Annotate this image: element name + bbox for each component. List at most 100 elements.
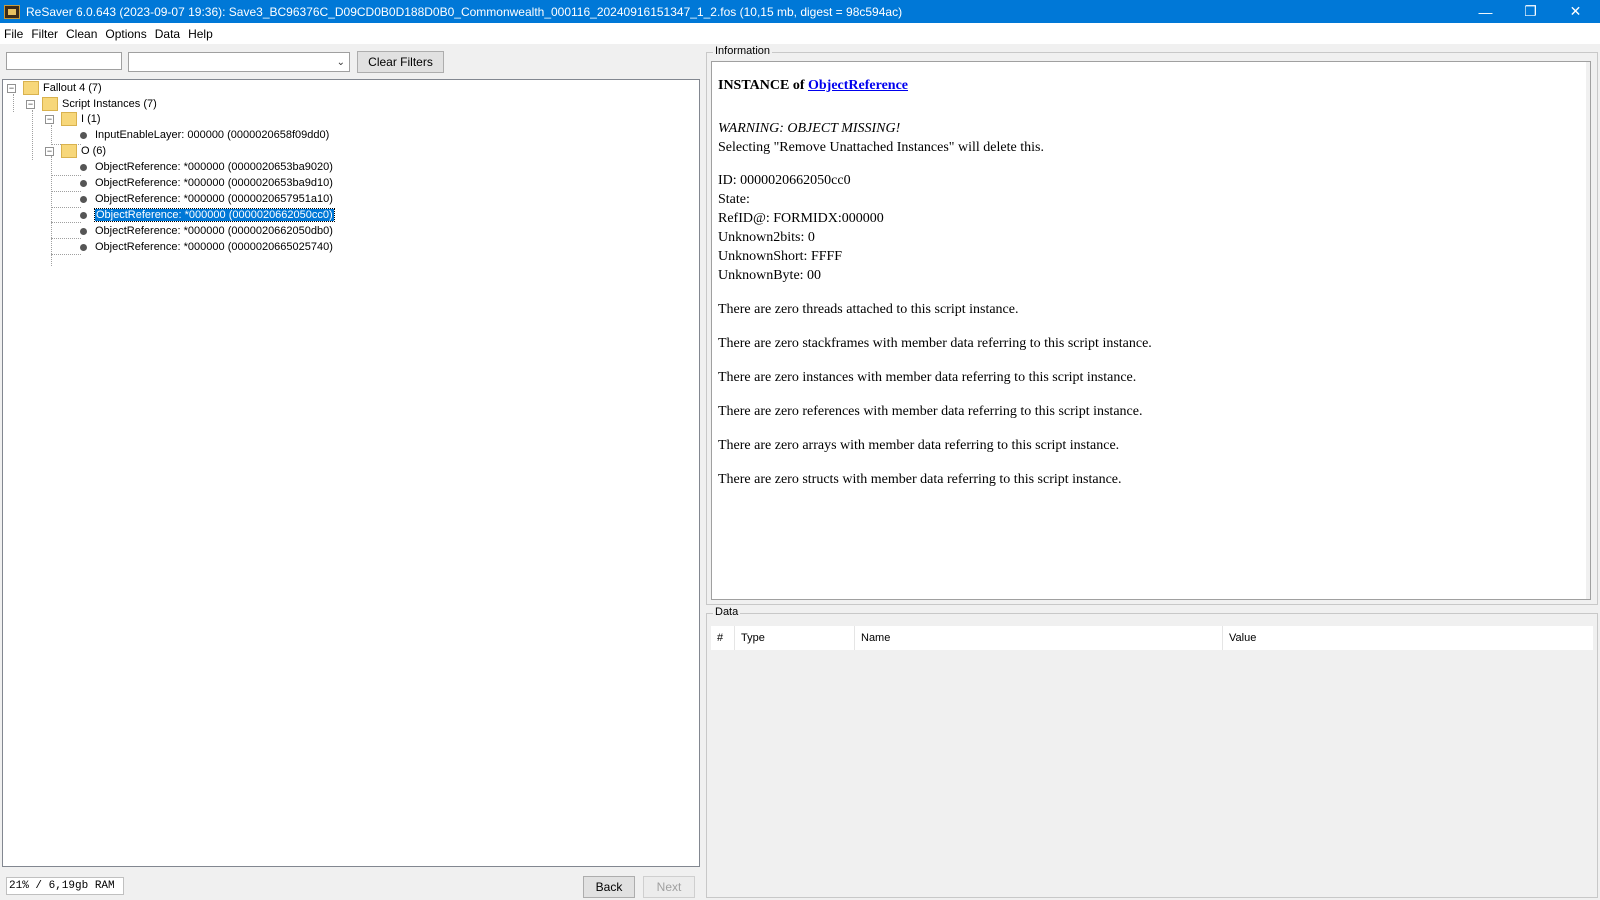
tree-connector <box>51 156 52 266</box>
collapse-toggle-icon[interactable]: − <box>7 84 16 93</box>
info-paragraph: There are zero references with member da… <box>718 404 1143 419</box>
tree-connector <box>51 191 81 192</box>
tree-leaf[interactable]: ObjectReference: *000000 (0000020653ba9d… <box>80 175 333 191</box>
instance-icon <box>80 227 87 235</box>
save-tree[interactable]: − Fallout 4 (7) − Script Instances (7) −… <box>2 79 700 867</box>
info-field: UnknownShort: FFFF <box>718 249 843 264</box>
instance-icon <box>80 163 87 171</box>
info-field: ID: 0000020662050cc0 <box>718 173 851 188</box>
column-header-type[interactable]: Type <box>735 626 855 650</box>
close-button[interactable]: ✕ <box>1553 0 1598 23</box>
tree-connector <box>51 125 52 145</box>
tree-leaf[interactable]: ObjectReference: *000000 (0000020662050d… <box>80 223 333 239</box>
data-legend: Data <box>713 606 741 618</box>
back-button[interactable]: Back <box>583 876 635 898</box>
instance-icon <box>80 243 87 251</box>
instance-icon <box>80 179 87 187</box>
info-heading: INSTANCE of ObjectReference <box>718 76 1584 95</box>
instance-icon <box>80 211 87 219</box>
tree-node-folder-o[interactable]: O (6) <box>61 143 106 159</box>
information-legend: Information <box>713 45 773 57</box>
info-paragraph: There are zero arrays with member data r… <box>718 438 1120 453</box>
column-header-index[interactable]: # <box>711 626 735 650</box>
column-header-value[interactable]: Value <box>1223 626 1593 650</box>
tree-leaf[interactable]: ObjectReference: *000000 (0000020653ba90… <box>80 159 333 175</box>
folder-icon <box>42 97 58 111</box>
info-field: State: <box>718 192 750 207</box>
tree-leaf-label: ObjectReference: *000000 (0000020657951a… <box>95 193 333 205</box>
warning-note: Selecting "Remove Unattached Instances" … <box>718 140 1044 155</box>
objectreference-link[interactable]: ObjectReference <box>808 78 908 93</box>
folder-icon <box>61 144 77 158</box>
tree-leaf-label: ObjectReference: *000000 (0000020662050c… <box>94 208 335 222</box>
tree-node-label: O (6) <box>81 145 107 157</box>
tree-connector <box>51 175 81 176</box>
info-field: Unknown2bits: 0 <box>718 230 815 245</box>
instance-icon <box>80 131 87 139</box>
tree-node-label: I (1) <box>81 113 101 125</box>
tree-connector <box>51 254 81 255</box>
information-group: Information INSTANCE of ObjectReference … <box>706 45 1598 605</box>
chevron-down-icon[interactable]: ⌄ <box>337 57 345 68</box>
instance-icon <box>80 195 87 203</box>
window-title: ReSaver 6.0.643 (2023-09-07 19:36): Save… <box>26 4 903 19</box>
info-paragraph: There are zero stackframes with member d… <box>718 336 1152 351</box>
data-table[interactable]: # Type Name Value <box>711 626 1593 894</box>
tree-leaf-label: InputEnableLayer: 000000 (0000020658f09d… <box>95 129 330 141</box>
tree-leaf[interactable]: ObjectReference: *000000 (0000020657951a… <box>80 191 333 207</box>
tree-leaf-label: ObjectReference: *000000 (0000020662050d… <box>95 225 333 237</box>
tree-leaf-selected[interactable]: ObjectReference: *000000 (0000020662050c… <box>80 207 335 223</box>
information-panel[interactable]: INSTANCE of ObjectReference WARNING: OBJ… <box>711 61 1591 600</box>
folder-icon <box>61 112 77 126</box>
tree-leaf-label: ObjectReference: *000000 (00000206650257… <box>95 241 333 253</box>
tree-leaf-label: ObjectReference: *000000 (0000020653ba9d… <box>95 177 333 189</box>
folder-icon <box>23 81 39 95</box>
clear-filters-button[interactable]: Clear Filters <box>357 51 444 73</box>
menu-filter[interactable]: Filter <box>27 27 62 41</box>
tree-leaf[interactable]: InputEnableLayer: 000000 (0000020658f09d… <box>80 127 329 143</box>
menu-file[interactable]: File <box>0 27 27 41</box>
filter-text-input[interactable] <box>6 52 122 70</box>
tree-node-label: Script Instances (7) <box>62 98 157 110</box>
info-field: UnknownByte: 00 <box>718 268 822 283</box>
menu-options[interactable]: Options <box>101 27 150 41</box>
menu-clean[interactable]: Clean <box>62 27 101 41</box>
collapse-toggle-icon[interactable]: − <box>45 147 54 156</box>
tree-node-script-instances[interactable]: Script Instances (7) <box>42 96 157 112</box>
tree-connector <box>51 222 81 223</box>
menu-bar: File Filter Clean Options Data Help <box>0 23 1600 44</box>
info-paragraph: There are zero structs with member data … <box>718 472 1122 487</box>
menu-help[interactable]: Help <box>184 27 217 41</box>
collapse-toggle-icon[interactable]: − <box>26 100 35 109</box>
status-bar: 21% / 6,19gb RAM Back Next <box>0 866 702 900</box>
tree-node-label: Fallout 4 (7) <box>43 82 102 94</box>
minimize-button[interactable]: — <box>1463 0 1508 23</box>
filter-combo[interactable]: ⌄ <box>128 52 350 72</box>
scrollbar[interactable] <box>1586 62 1590 599</box>
collapse-toggle-icon[interactable]: − <box>45 115 54 124</box>
info-paragraph: There are zero instances with member dat… <box>718 370 1137 385</box>
ram-usage: 21% / 6,19gb RAM <box>6 877 124 895</box>
app-icon <box>4 4 20 19</box>
tree-node-folder-i[interactable]: I (1) <box>61 111 101 127</box>
tree-leaf-label: ObjectReference: *000000 (0000020653ba90… <box>95 161 333 173</box>
info-heading-prefix: INSTANCE of <box>718 78 808 93</box>
next-button[interactable]: Next <box>643 876 695 898</box>
tree-leaf[interactable]: ObjectReference: *000000 (00000206650257… <box>80 239 333 255</box>
tree-connector <box>51 238 81 239</box>
menu-data[interactable]: Data <box>151 27 184 41</box>
left-pane: ⌄ Clear Filters − Fallout 4 (7) − Script… <box>0 44 702 900</box>
warning-text: WARNING: OBJECT MISSING! <box>718 121 901 136</box>
restore-button[interactable]: ❐ <box>1508 0 1553 23</box>
tree-connector <box>51 207 81 208</box>
tree-connector <box>13 94 14 112</box>
column-header-name[interactable]: Name <box>855 626 1223 650</box>
data-table-header: # Type Name Value <box>711 626 1593 650</box>
data-group: Data # Type Name Value <box>706 606 1598 898</box>
tree-node-root[interactable]: Fallout 4 (7) <box>23 80 102 96</box>
title-bar: ReSaver 6.0.643 (2023-09-07 19:36): Save… <box>0 0 1600 23</box>
filter-bar: ⌄ Clear Filters <box>0 44 702 78</box>
tree-connector <box>32 110 33 160</box>
info-field: RefID@: FORMIDX:000000 <box>718 211 884 226</box>
info-paragraph: There are zero threads attached to this … <box>718 302 1019 317</box>
